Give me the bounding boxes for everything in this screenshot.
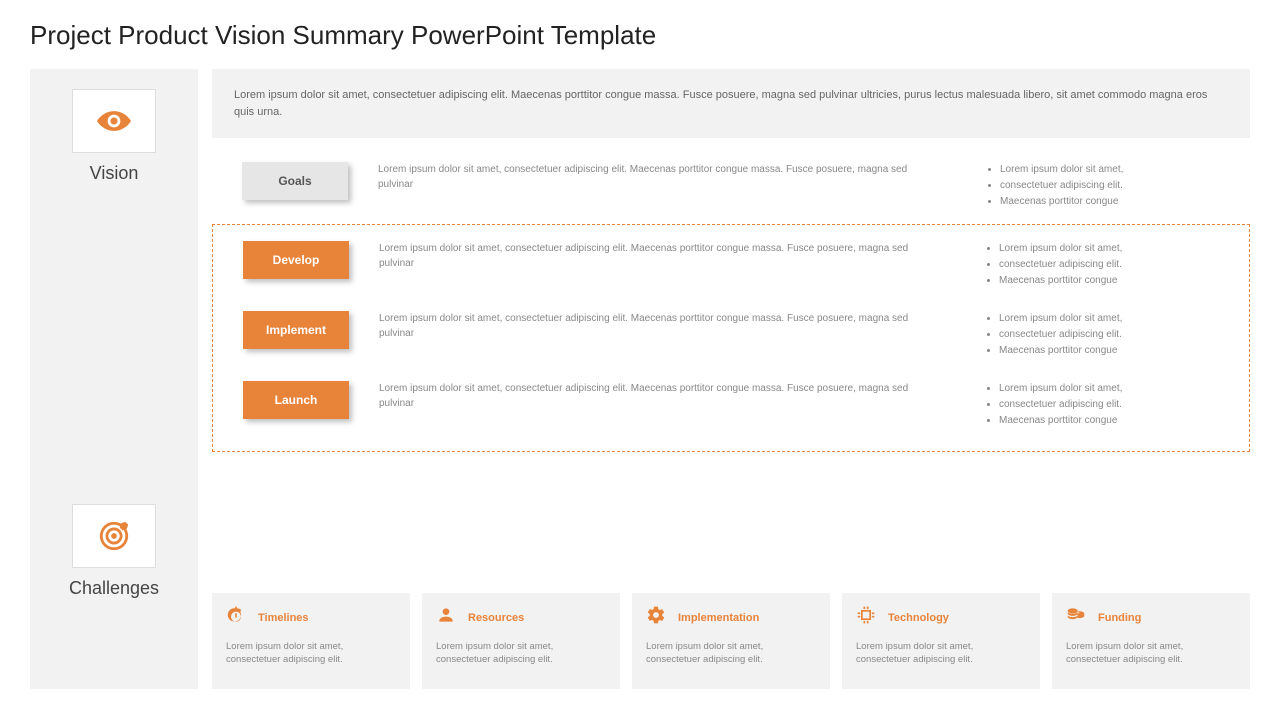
list-item: Lorem ipsum dolor sit amet,	[999, 311, 1233, 327]
card-body: Lorem ipsum dolor sit amet, consectetuer…	[646, 640, 816, 667]
challenges-label: Challenges	[69, 578, 159, 599]
dashed-highlight-group: Develop Lorem ipsum dolor sit amet, cons…	[212, 224, 1250, 452]
card-body: Lorem ipsum dolor sit amet, consectetuer…	[226, 640, 396, 667]
card-implementation: Implementation Lorem ipsum dolor sit ame…	[632, 593, 830, 689]
phase-row-implement: Implement Lorem ipsum dolor sit amet, co…	[213, 303, 1249, 367]
card-title: Timelines	[258, 612, 309, 624]
goals-desc: Lorem ipsum dolor sit amet, consectetuer…	[378, 162, 954, 192]
page-title: Project Product Vision Summary PowerPoin…	[30, 20, 1250, 51]
goals-button[interactable]: Goals	[242, 162, 348, 200]
card-title: Funding	[1098, 612, 1141, 624]
card-body: Lorem ipsum dolor sit amet, consectetuer…	[1066, 640, 1236, 667]
list-item: consectetuer adipiscing elit.	[999, 327, 1233, 343]
gear-icon	[646, 605, 666, 630]
main-layout: Vision Challenges Lorem ipsum dolor sit …	[30, 69, 1250, 689]
implement-bullets: Lorem ipsum dolor sit amet, consectetuer…	[983, 311, 1233, 359]
intro-text: Lorem ipsum dolor sit amet, consectetuer…	[212, 69, 1250, 138]
develop-desc: Lorem ipsum dolor sit amet, consectetuer…	[379, 241, 953, 271]
card-body: Lorem ipsum dolor sit amet, consectetuer…	[856, 640, 1026, 667]
card-body: Lorem ipsum dolor sit amet, consectetuer…	[436, 640, 606, 667]
develop-bullets: Lorem ipsum dolor sit amet, consectetuer…	[983, 241, 1233, 289]
eye-icon	[72, 89, 156, 153]
list-item: Maecenas porttitor congue	[999, 343, 1233, 359]
list-item: Lorem ipsum dolor sit amet,	[999, 241, 1233, 257]
develop-button[interactable]: Develop	[243, 241, 349, 279]
sidebar: Vision Challenges	[30, 69, 198, 689]
coins-icon	[1066, 605, 1086, 630]
implement-desc: Lorem ipsum dolor sit amet, consectetuer…	[379, 311, 953, 341]
launch-desc: Lorem ipsum dolor sit amet, consectetuer…	[379, 381, 953, 411]
implement-button[interactable]: Implement	[243, 311, 349, 349]
card-title: Resources	[468, 612, 524, 624]
person-icon	[436, 605, 456, 630]
target-icon	[72, 504, 156, 568]
vision-label: Vision	[90, 163, 139, 184]
list-item: Lorem ipsum dolor sit amet,	[999, 381, 1233, 397]
phase-row-launch: Launch Lorem ipsum dolor sit amet, conse…	[213, 373, 1249, 437]
list-item: Lorem ipsum dolor sit amet,	[1000, 162, 1234, 178]
list-item: Maecenas porttitor congue	[1000, 194, 1234, 210]
phase-row-develop: Develop Lorem ipsum dolor sit amet, cons…	[213, 233, 1249, 297]
phases-area: Goals Lorem ipsum dolor sit amet, consec…	[212, 154, 1250, 593]
list-item: consectetuer adipiscing elit.	[999, 397, 1233, 413]
card-technology: Technology Lorem ipsum dolor sit amet, c…	[842, 593, 1040, 689]
card-timelines: Timelines Lorem ipsum dolor sit amet, co…	[212, 593, 410, 689]
launch-bullets: Lorem ipsum dolor sit amet, consectetuer…	[983, 381, 1233, 429]
card-resources: Resources Lorem ipsum dolor sit amet, co…	[422, 593, 620, 689]
list-item: Maecenas porttitor congue	[999, 413, 1233, 429]
challenges-card: Challenges	[69, 504, 159, 599]
stopwatch-icon	[226, 605, 246, 630]
list-item: Maecenas porttitor congue	[999, 273, 1233, 289]
vision-card: Vision	[72, 89, 156, 184]
phase-row-goals: Goals Lorem ipsum dolor sit amet, consec…	[212, 154, 1250, 218]
card-title: Technology	[888, 612, 949, 624]
content-area: Lorem ipsum dolor sit amet, consectetuer…	[212, 69, 1250, 689]
list-item: consectetuer adipiscing elit.	[999, 257, 1233, 273]
goals-bullets: Lorem ipsum dolor sit amet, consectetuer…	[984, 162, 1234, 210]
launch-button[interactable]: Launch	[243, 381, 349, 419]
challenge-cards: Timelines Lorem ipsum dolor sit amet, co…	[212, 593, 1250, 689]
card-title: Implementation	[678, 612, 759, 624]
card-funding: Funding Lorem ipsum dolor sit amet, cons…	[1052, 593, 1250, 689]
list-item: consectetuer adipiscing elit.	[1000, 178, 1234, 194]
chip-icon	[856, 605, 876, 630]
